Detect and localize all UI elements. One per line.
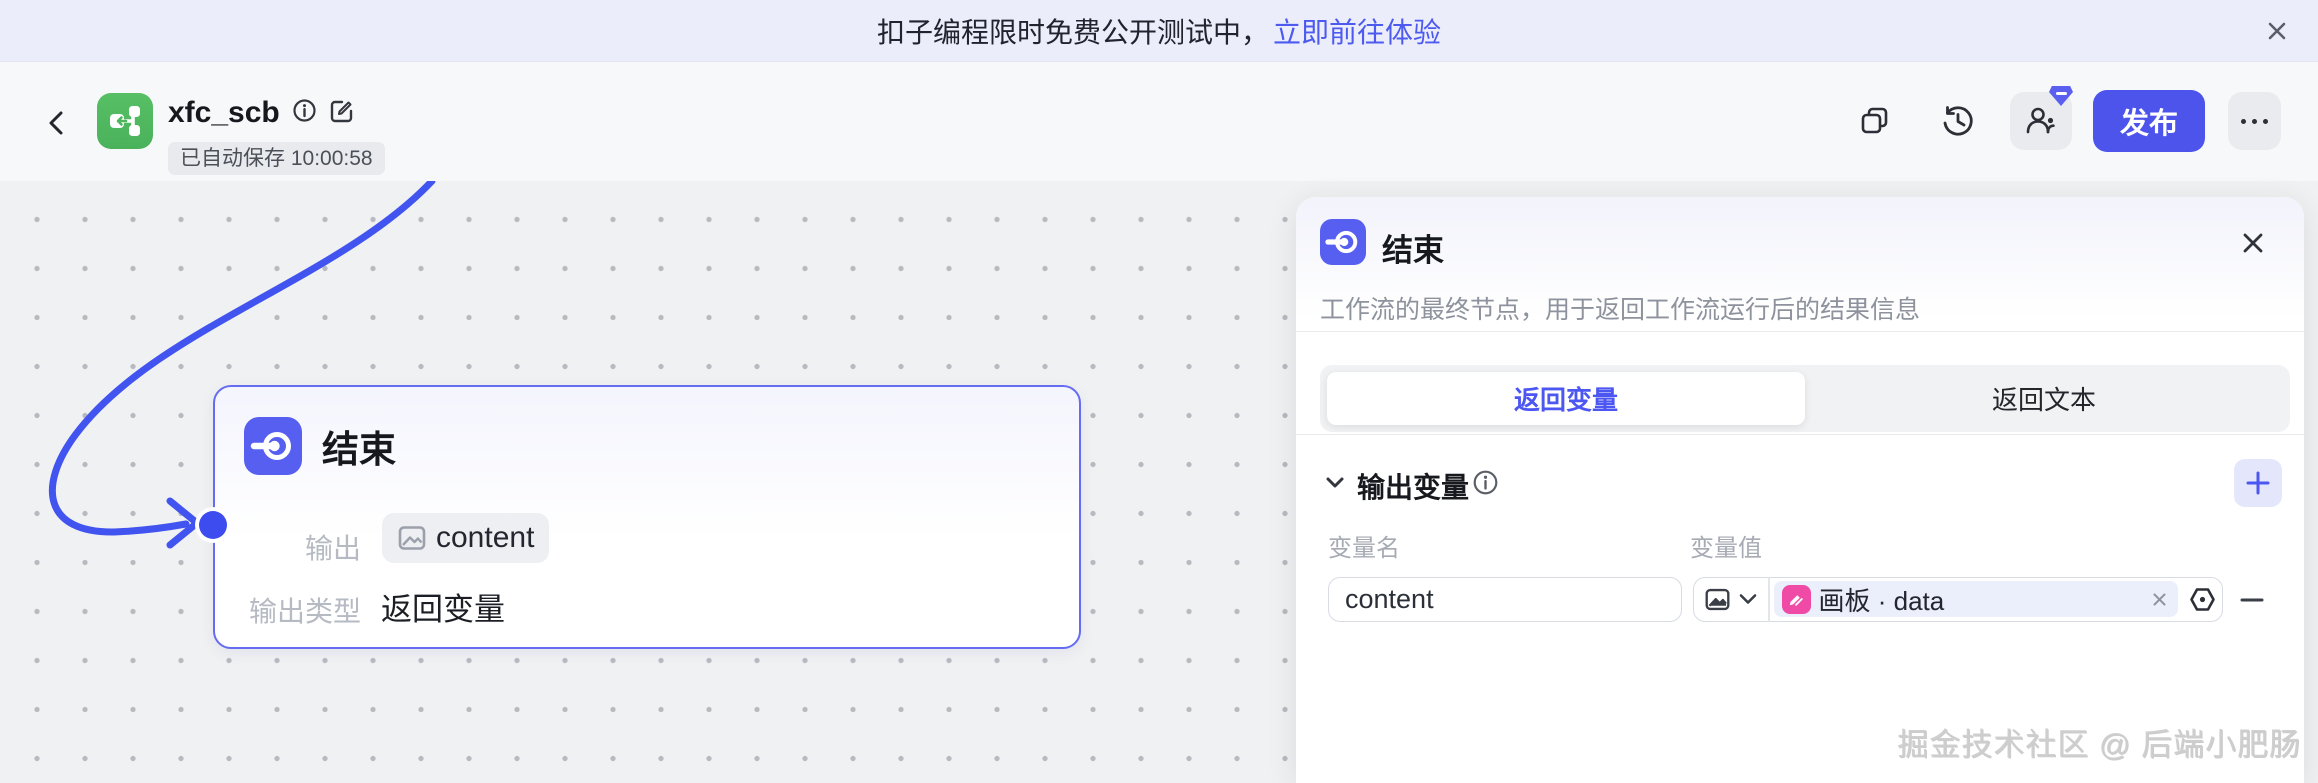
info-icon[interactable]: [1472, 469, 1499, 501]
panel-tab-bar: 返回变量 返回文本: [1296, 332, 2304, 435]
end-node-title: 结束: [322, 429, 396, 470]
info-icon[interactable]: [292, 98, 317, 128]
node-output-type-value: 返回变量: [381, 592, 505, 627]
output-variables-section: 输出变量 变量名 变量值 content 画板 · data: [1296, 435, 2304, 780]
autosave-status-badge: 已自动保存 10:00:58: [168, 142, 385, 175]
panel-title: 结束: [1382, 233, 1444, 268]
plus-icon: [2246, 471, 2270, 494]
end-node-icon: [244, 417, 302, 475]
divider: [1768, 576, 1770, 622]
output-variables-title: 输出变量: [1357, 471, 1470, 503]
node-output-variable-chip[interactable]: content: [382, 513, 550, 563]
panel-close-icon[interactable]: [2238, 228, 2268, 258]
settings-icon[interactable]: [2182, 579, 2222, 619]
image-type-icon: [1705, 588, 1730, 610]
promo-banner-text: 扣子编程限时免费公开测试中，: [876, 16, 1269, 48]
end-node[interactable]: 结束 输出 content 输出类型 返回变量: [199, 385, 1081, 649]
workflow-title: xfc_scb: [168, 96, 280, 129]
add-variable-button[interactable]: [2234, 458, 2282, 507]
node-output-variable-name: content: [436, 521, 535, 554]
more-button[interactable]: [2228, 92, 2281, 150]
node-output-label: 输出: [304, 533, 361, 564]
chevron-down-icon[interactable]: [1324, 474, 1346, 495]
chevron-down-icon: [1739, 594, 1757, 604]
image-type-icon: [398, 526, 426, 550]
minus-icon: [2240, 598, 2264, 601]
variable-type-dropdown[interactable]: [1694, 578, 1768, 621]
node-config-panel: 结束 工作流的最终节点，用于返回工作流运行后的结果信息 返回变量 返回文本 输出…: [1296, 197, 2304, 783]
variable-value-control: 画板 · data: [1693, 576, 2223, 622]
end-node-icon: [1320, 219, 1366, 265]
promo-banner: 扣子编程限时免费公开测试中， 立即前往体验: [0, 0, 2318, 62]
column-label-variable-value: 变量值: [1690, 534, 1762, 562]
input-port[interactable]: [199, 511, 227, 539]
variable-reference-tag[interactable]: 画板 · data: [1773, 581, 2178, 617]
publish-button[interactable]: 发布: [2093, 90, 2205, 152]
duplicate-button[interactable]: [1853, 99, 1897, 143]
tab-return-variable[interactable]: 返回变量: [1327, 372, 1805, 425]
column-label-variable-name: 变量名: [1328, 534, 1400, 562]
node-output-type-label: 输出类型: [248, 596, 361, 627]
canvas-node-icon: [1781, 584, 1811, 614]
top-toolbar: xfc_scb 已自动保存 10:00:58 发布: [0, 62, 2318, 181]
banner-close-icon[interactable]: [2262, 16, 2292, 46]
workflow-app-icon: [97, 93, 153, 149]
clear-reference-icon[interactable]: [2148, 588, 2170, 610]
edit-title-icon[interactable]: [329, 98, 355, 129]
tab-return-text[interactable]: 返回文本: [1805, 372, 2283, 425]
panel-header: 结束 工作流的最终节点，用于返回工作流运行后的结果信息: [1296, 197, 2304, 332]
history-button[interactable]: [1936, 99, 1980, 143]
promo-banner-link[interactable]: 立即前往体验: [1273, 11, 1441, 51]
back-button[interactable]: [40, 106, 74, 140]
remove-variable-button[interactable]: [2237, 585, 2267, 615]
variable-name-input[interactable]: [1328, 576, 1682, 622]
more-icon: [2241, 118, 2268, 124]
panel-description: 工作流的最终节点，用于返回工作流运行后的结果信息: [1320, 296, 1921, 324]
segmented-control: 返回变量 返回文本: [1320, 365, 2290, 432]
variable-reference-text: 画板 · data: [1818, 585, 1945, 616]
